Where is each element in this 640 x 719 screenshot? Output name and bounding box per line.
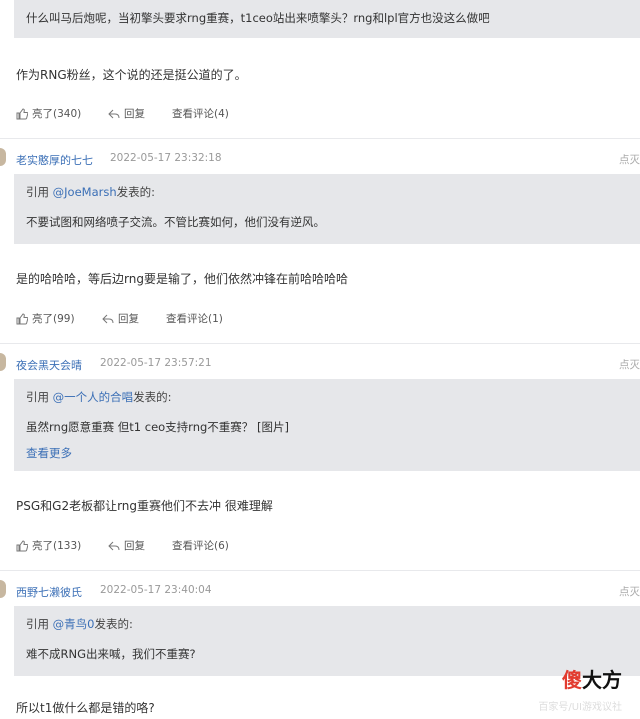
comment-header: 夜会黑天会晴 2022-05-17 23:57:21 点灭	[0, 351, 640, 377]
view-comments-link[interactable]: 查看评论(4)	[172, 106, 229, 121]
quote-header: 引用 @一个人的合唱发表的:	[26, 389, 172, 405]
timestamp: 2022-05-17 23:57:21	[100, 357, 212, 369]
quote-suffix: 发表的:	[116, 185, 156, 199]
watermark-red: 傻	[562, 668, 582, 692]
reply-label: 回复	[124, 540, 145, 552]
mention-link[interactable]: @一个人的合唱	[53, 390, 134, 404]
divider	[0, 570, 640, 571]
watermark-sub: 百家号/UI游戏议社	[538, 702, 622, 713]
comment-text: PSG和G2老板都让rng重赛他们不去冲 很难理解	[16, 499, 273, 513]
reply-button[interactable]: 回复	[108, 538, 145, 553]
username-link[interactable]: 夜会黑天会晴	[16, 357, 82, 373]
thumbs-up-icon	[16, 312, 28, 324]
comment-feed: 什么叫马后炮呢，当初擎头要求rng重赛，t1ceo站出来喷擎头？rng和lpl官…	[0, 0, 640, 719]
more-action[interactable]: 点灭	[619, 152, 640, 167]
reply-button[interactable]: 回复	[102, 311, 139, 326]
like-button[interactable]: 亮了(133)	[16, 538, 81, 553]
comment-text: 所以t1做什么都是错的咯?	[16, 701, 155, 715]
like-button[interactable]: 亮了(340)	[16, 106, 81, 121]
see-more-link[interactable]: 查看更多	[26, 445, 72, 461]
like-count: 亮了(133)	[32, 540, 82, 552]
quote-block: 引用 @青鸟0发表的: 难不成RNG出来喊，我们不重赛?	[14, 606, 640, 676]
watermark-logo: 傻大方	[562, 664, 622, 693]
username-link[interactable]: 老实憨厚的七七	[16, 152, 93, 168]
divider	[0, 343, 640, 344]
reply-icon	[108, 541, 120, 550]
like-count: 亮了(99)	[32, 313, 75, 325]
more-action[interactable]: 点灭	[619, 357, 640, 372]
quote-text: 什么叫马后炮呢，当初擎头要求rng重赛，t1ceo站出来喷擎头？rng和lpl官…	[26, 11, 490, 25]
reply-icon	[108, 109, 120, 118]
avatar[interactable]	[0, 580, 6, 598]
more-action[interactable]: 点灭	[619, 584, 640, 599]
thumbs-up-icon	[16, 107, 28, 119]
reply-label: 回复	[124, 108, 145, 120]
divider	[0, 138, 640, 139]
timestamp: 2022-05-17 23:32:18	[110, 152, 222, 164]
like-count: 亮了(340)	[32, 108, 82, 120]
view-comments-link[interactable]: 查看评论(6)	[172, 538, 229, 553]
quote-suffix: 发表的:	[133, 390, 172, 404]
username-link[interactable]: 西野七濑彼氏	[16, 584, 82, 600]
watermark-black: 大方	[582, 668, 622, 692]
reply-label: 回复	[118, 313, 139, 325]
quote-text: 不要试图和网络喷子交流。不管比赛如何，他们没有逆风。	[26, 215, 325, 229]
quote-text: 难不成RNG出来喊，我们不重赛?	[26, 647, 196, 661]
quote-header: 引用 @青鸟0发表的:	[26, 616, 133, 632]
view-comments-link[interactable]: 查看评论(1)	[166, 311, 223, 326]
avatar[interactable]	[0, 148, 6, 166]
quote-prefix: 引用	[26, 185, 53, 199]
quote-header: 引用 @JoeMarsh发表的:	[26, 184, 155, 200]
comment-text: 是的哈哈哈，等后边rng要是输了，他们依然冲锋在前哈哈哈哈	[16, 272, 348, 286]
comment-header: 西野七濑彼氏 2022-05-17 23:40:04 点灭	[0, 578, 640, 604]
quote-block: 引用 @一个人的合唱发表的: 虽然rng愿意重赛 但t1 ceo支持rng不重赛…	[14, 379, 640, 471]
quote-text: 虽然rng愿意重赛 但t1 ceo支持rng不重赛？ [图片]	[26, 420, 289, 434]
comment-text: 作为RNG粉丝，这个说的还是挺公道的了。	[16, 68, 247, 82]
like-button[interactable]: 亮了(99)	[16, 311, 75, 326]
quote-prefix: 引用	[26, 390, 53, 404]
quote-block: 引用 @JoeMarsh发表的: 不要试图和网络喷子交流。不管比赛如何，他们没有…	[14, 174, 640, 244]
reply-icon	[102, 314, 114, 323]
quote-suffix: 发表的:	[94, 617, 133, 631]
thumbs-up-icon	[16, 539, 28, 551]
timestamp: 2022-05-17 23:40:04	[100, 584, 212, 596]
quote-prefix: 引用	[26, 617, 53, 631]
quote-block: 什么叫马后炮呢，当初擎头要求rng重赛，t1ceo站出来喷擎头？rng和lpl官…	[14, 0, 640, 38]
mention-link[interactable]: @JoeMarsh	[53, 185, 117, 199]
avatar[interactable]	[0, 353, 6, 371]
comment-header: 老实憨厚的七七 2022-05-17 23:32:18 点灭	[0, 146, 640, 172]
reply-button[interactable]: 回复	[108, 106, 145, 121]
mention-link[interactable]: @青鸟0	[53, 617, 95, 631]
